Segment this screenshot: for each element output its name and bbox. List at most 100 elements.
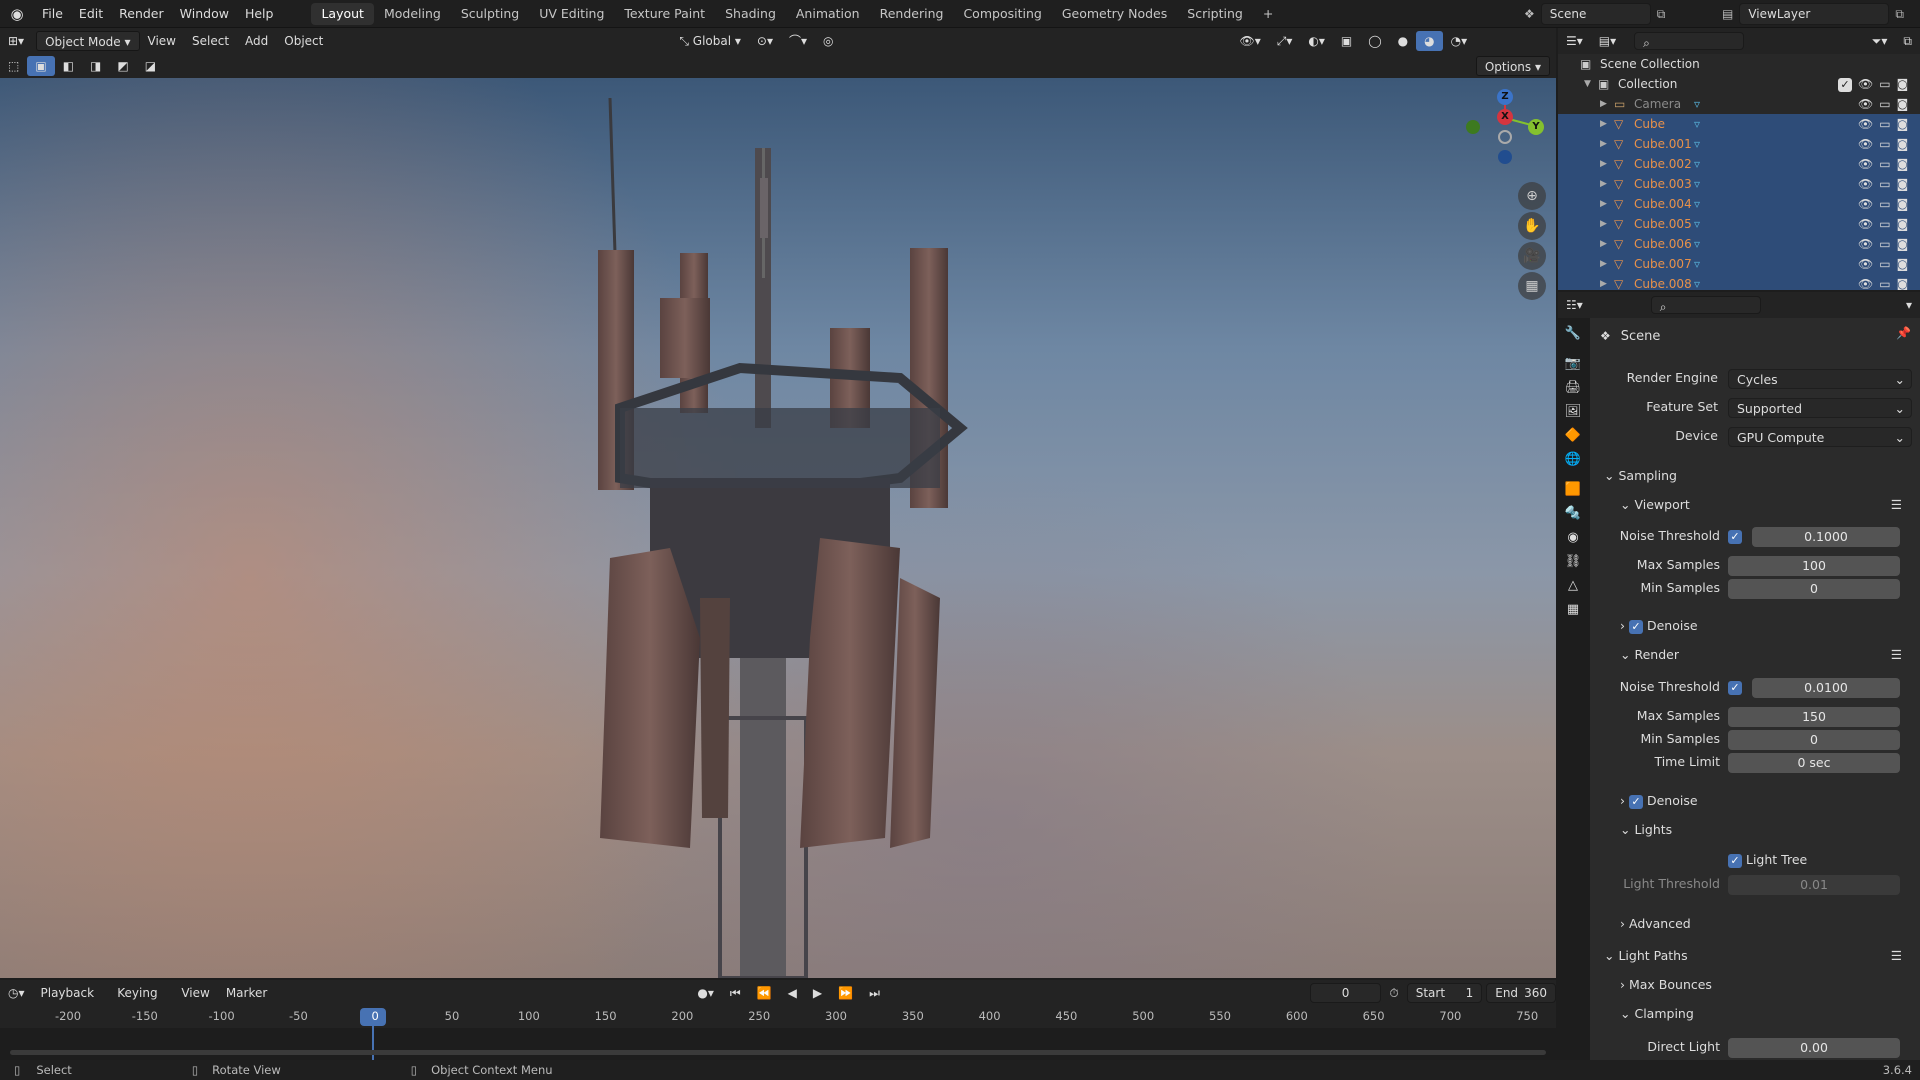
gizmo-neg-z-icon[interactable] xyxy=(1498,150,1512,164)
select-subtract-icon[interactable]: ◨ xyxy=(82,56,109,76)
outliner-row-object[interactable]: ▶ ▭ Camera ▿ 👁▭◙ xyxy=(1558,94,1920,114)
mode-dropdown[interactable]: Object Mode ▾ xyxy=(36,31,140,51)
outliner-row-object[interactable]: ▶ ▽ Cube.008 ▿ 👁▭◙ xyxy=(1558,274,1920,290)
menu-file[interactable]: File xyxy=(34,0,71,28)
tab-sculpting[interactable]: Sculpting xyxy=(451,3,529,25)
play-icon[interactable]: ▶ xyxy=(805,983,830,1003)
start-frame-field[interactable]: Start 1 xyxy=(1406,983,1483,1003)
wireframe-shading-icon[interactable]: ◯ xyxy=(1360,31,1389,51)
record-icon[interactable]: ●▾ xyxy=(689,983,722,1003)
scene-selector[interactable]: ❖ Scene ⧉ xyxy=(1524,3,1665,25)
r-noise-threshold-field[interactable]: 0.0100 xyxy=(1752,678,1900,698)
menu-view[interactable]: View xyxy=(140,31,184,51)
gizmo-neg-y-icon[interactable] xyxy=(1466,120,1480,134)
select-extend-icon[interactable]: ◧ xyxy=(55,56,82,76)
menu-playback[interactable]: Playback ▾ xyxy=(33,983,110,1020)
pin-icon[interactable]: 📌 xyxy=(1896,326,1911,340)
orientation-dropdown[interactable]: ⤡ Global ▾ xyxy=(671,31,749,51)
device-dropdown[interactable]: GPU Compute ⌄ xyxy=(1728,427,1912,447)
gizmo-neg-x-icon[interactable] xyxy=(1498,130,1512,144)
visibility-toggle-icons[interactable]: 👁▭◙ xyxy=(1858,154,1914,174)
render-subpanel-header[interactable]: ⌄ Render ☰ xyxy=(1620,643,1920,667)
jump-keyframe-back-icon[interactable]: ⏪ xyxy=(749,983,780,1003)
sampling-panel-header[interactable]: ⌄ Sampling xyxy=(1604,464,1920,488)
outliner-row-object[interactable]: ▶ ▽ Cube.006 ▿ 👁▭◙ xyxy=(1558,234,1920,254)
scene-tab-icon[interactable]: 🔶 xyxy=(1558,424,1588,448)
expand-icon[interactable]: ▶ xyxy=(1600,114,1607,134)
r-denoise-subpanel-header[interactable]: › ✓ Denoise xyxy=(1620,789,1920,813)
outliner-row-object[interactable]: ▶ ▽ Cube.004 ▿ 👁▭◙ xyxy=(1558,194,1920,214)
options-dropdown[interactable]: Options ▾ xyxy=(1475,56,1550,76)
pivot-icon[interactable]: ⊙▾ xyxy=(749,31,781,51)
expand-icon[interactable]: ▶ xyxy=(1600,134,1607,154)
expand-icon[interactable]: ▶ xyxy=(1600,194,1607,214)
3d-viewport[interactable]: Z X Y ⊕ ✋ 🎥 ▦ xyxy=(0,78,1556,978)
tab-modeling[interactable]: Modeling xyxy=(374,3,451,25)
add-workspace-button[interactable]: + xyxy=(1253,3,1283,25)
expand-icon[interactable]: ▶ xyxy=(1600,214,1607,234)
visibility-toggle-icons[interactable]: 👁▭◙ xyxy=(1858,134,1914,154)
timeline-scrollbar[interactable] xyxy=(10,1050,1546,1055)
new-collection-icon[interactable]: ⧉ xyxy=(1895,31,1920,51)
menu-add[interactable]: Add xyxy=(237,31,276,51)
visibility-toggle-icons[interactable]: 👁▭◙ xyxy=(1858,74,1914,94)
r-max-samples-field[interactable]: 150 xyxy=(1728,707,1900,727)
vp-noise-threshold-field[interactable]: 0.1000 xyxy=(1752,527,1900,547)
new-viewlayer-icon[interactable]: ⧉ xyxy=(1895,7,1904,22)
tab-shading[interactable]: Shading xyxy=(715,3,786,25)
vp-min-samples-field[interactable]: 0 xyxy=(1728,579,1900,599)
properties-options-icon[interactable]: ▾ xyxy=(1898,295,1920,315)
visibility-toggle-icons[interactable]: 👁▭◙ xyxy=(1858,194,1914,214)
vp-noise-threshold-checkbox[interactable]: ✓ xyxy=(1728,529,1742,544)
menu-render[interactable]: Render xyxy=(111,0,172,28)
outliner-editor-icon[interactable]: ☰▾ xyxy=(1558,31,1591,51)
world-tab-icon[interactable]: 🌐 xyxy=(1558,448,1588,472)
gizmo-x-icon[interactable]: X xyxy=(1497,109,1513,125)
timeline-area[interactable]: -200 -150 -100 -50 0 50 100 150 200 250 300 350 400 4… xyxy=(0,1006,1556,1060)
properties-editor-icon[interactable]: ☷▾ xyxy=(1558,295,1591,315)
visibility-toggle-icons[interactable]: 👁▭◙ xyxy=(1858,254,1914,274)
blender-logo-icon[interactable]: ◉ xyxy=(0,5,34,23)
rendered-shading-icon[interactable]: ◔▾ xyxy=(1443,31,1476,51)
visibility-toggle-icons[interactable]: 👁▭◙ xyxy=(1858,94,1914,114)
light-paths-panel-header[interactable]: ⌄ Light Paths ☰ xyxy=(1604,944,1920,968)
outliner-row-object[interactable]: ▶ ▽ Cube.003 ▿ 👁▭◙ xyxy=(1558,174,1920,194)
select-tool-icon[interactable]: ⬚ xyxy=(0,56,27,76)
visibility-toggle-icons[interactable]: 👁▭◙ xyxy=(1858,174,1914,194)
tab-uv-editing[interactable]: UV Editing xyxy=(529,3,614,25)
outliner-row-collection[interactable]: ▼ ▣ Collection ✓ 👁▭◙ xyxy=(1558,74,1920,94)
expand-icon[interactable]: ▶ xyxy=(1600,254,1607,274)
tab-compositing[interactable]: Compositing xyxy=(953,3,1051,25)
max-bounces-subpanel-header[interactable]: › Max Bounces xyxy=(1620,973,1920,997)
jump-keyframe-forward-icon[interactable]: ⏩ xyxy=(830,983,861,1003)
outliner-row-object[interactable]: ▶ ▽ Cube.005 ▿ 👁▭◙ xyxy=(1558,214,1920,234)
outliner-row-object[interactable]: ▶ ▽ Cube ▿ 👁▭◙ xyxy=(1558,114,1920,134)
new-scene-icon[interactable]: ⧉ xyxy=(1657,7,1666,22)
clock-icon[interactable]: ⏱ xyxy=(1381,983,1406,1003)
outliner-row-object[interactable]: ▶ ▽ Cube.001 ▿ 👁▭◙ xyxy=(1558,134,1920,154)
r-min-samples-field[interactable]: 0 xyxy=(1728,730,1900,750)
camera-view-icon[interactable]: 🎥 xyxy=(1518,242,1546,270)
view-layer-tab-icon[interactable]: 🖼 xyxy=(1558,400,1588,424)
current-frame-field[interactable]: 0 xyxy=(1309,983,1382,1003)
expand-icon[interactable]: ▶ xyxy=(1600,234,1607,254)
light-tree-toggle[interactable]: ✓ Light Tree xyxy=(1728,852,1807,868)
zoom-icon[interactable]: ⊕ xyxy=(1518,182,1546,210)
viewlayer-field[interactable]: ViewLayer xyxy=(1739,3,1890,25)
vp-denoise-subpanel-header[interactable]: › ✓ Denoise xyxy=(1620,614,1920,638)
data-tab-icon[interactable]: △ xyxy=(1558,574,1588,598)
visibility-toggle-icons[interactable]: 👁▭◙ xyxy=(1858,234,1914,254)
expand-icon[interactable]: ▶ xyxy=(1600,94,1607,114)
properties-search-field[interactable]: ⌕ xyxy=(1650,296,1761,314)
filter-icon[interactable]: ⏷▾ xyxy=(1864,31,1896,51)
menu-object[interactable]: Object xyxy=(276,31,331,51)
menu-keying[interactable]: Keying ▾ xyxy=(109,983,173,1020)
time-limit-field[interactable]: 0 sec xyxy=(1728,753,1900,773)
presets-list-icon[interactable]: ☰ xyxy=(1891,643,1902,667)
object-tab-icon[interactable]: 🟧 xyxy=(1558,478,1588,502)
jump-end-icon[interactable]: ⏭ xyxy=(861,983,888,1003)
editor-type-icon[interactable]: ⊞▾ xyxy=(0,31,32,51)
tab-layout[interactable]: Layout xyxy=(311,2,374,25)
pan-hand-icon[interactable]: ✋ xyxy=(1518,212,1546,240)
end-frame-field[interactable]: End 360 xyxy=(1486,983,1556,1003)
